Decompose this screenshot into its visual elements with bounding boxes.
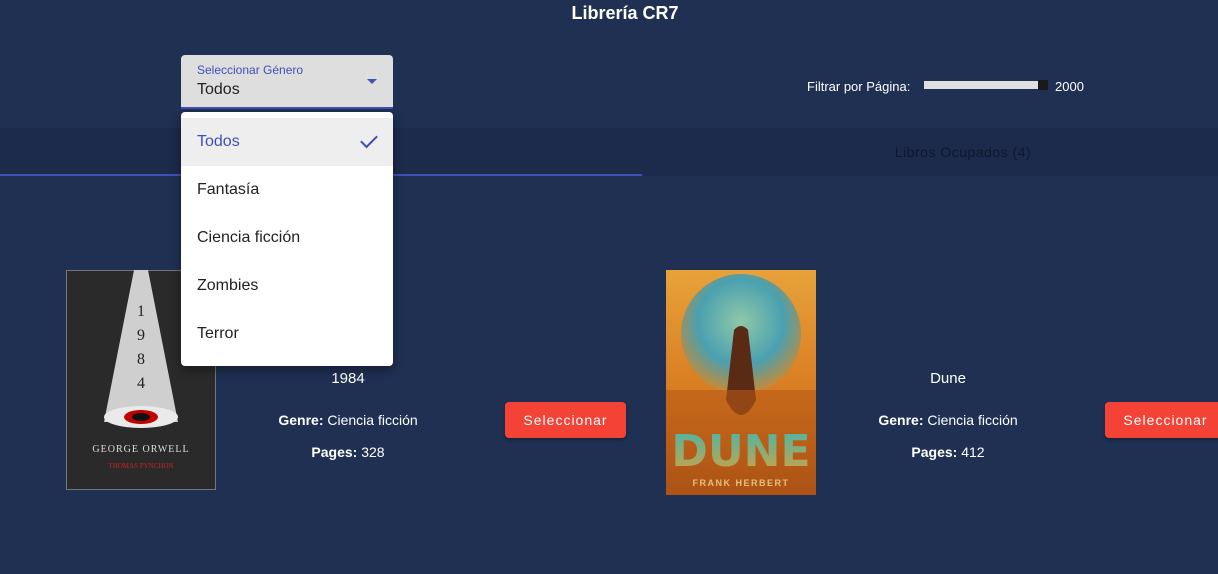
slider-fill: [924, 81, 1042, 89]
cover-digit: 4: [137, 375, 145, 392]
cover-author: FRANK HERBERT: [693, 478, 790, 488]
genre-option-ciencia-ficcion[interactable]: Ciencia ficción: [181, 214, 393, 262]
genre-option-zombies[interactable]: Zombies: [181, 262, 393, 310]
page-filter-slider[interactable]: [924, 80, 1048, 90]
cover-subtitle: THOMAS PYNCHON: [108, 462, 173, 470]
book-genre: Genre: Ciencia ficción: [831, 412, 1065, 428]
option-label: Todos: [197, 133, 240, 150]
genre-value: Ciencia ficción: [927, 412, 1018, 428]
cover-digit: 9: [137, 327, 145, 344]
pages-label: Pages:: [311, 444, 358, 460]
book-cover-dune: DUNE FRANK HERBERT: [666, 270, 816, 495]
select-book-button[interactable]: Seleccionar: [1105, 402, 1218, 438]
tab-borrowed[interactable]: Libros Ocupados (4): [642, 128, 1218, 176]
genre-select-value: Todos: [197, 81, 240, 98]
option-label: Ciencia ficción: [197, 229, 301, 246]
cover-digit: 8: [137, 351, 145, 368]
genre-value: Ciencia ficción: [327, 412, 418, 428]
genre-label: Genre:: [278, 412, 324, 428]
book-pages: Pages: 412: [831, 444, 1065, 460]
caret-down-icon[interactable]: [367, 79, 377, 84]
genre-select[interactable]: Seleccionar Género Todos: [181, 55, 393, 109]
book-pages: Pages: 328: [231, 444, 465, 460]
genre-option-fantasia[interactable]: Fantasía: [181, 166, 393, 214]
page-filter-value: 2000: [1055, 79, 1084, 94]
genre-select-label: Seleccionar Género: [197, 63, 304, 77]
book-title: 1984: [331, 370, 365, 387]
book-genre: Genre: Ciencia ficción: [231, 412, 465, 428]
cover-title: DUNE: [671, 426, 810, 477]
book-title: Dune: [930, 370, 966, 387]
pages-value: 328: [361, 444, 385, 460]
cover-digit: 1: [137, 303, 145, 320]
option-label: Fantasía: [197, 181, 260, 198]
slider-thumb[interactable]: [1038, 80, 1048, 90]
genre-option-todos[interactable]: Todos: [181, 118, 393, 166]
pages-value: 412: [961, 444, 985, 460]
page-filter-label: Filtrar por Página:: [807, 79, 911, 94]
genre-options-panel: Todos Fantasía Ciencia ficción Zombies T…: [181, 112, 393, 366]
select-book-button[interactable]: Seleccionar: [505, 402, 626, 438]
check-icon: [360, 130, 378, 149]
app-title: Librería CR7: [571, 3, 679, 23]
cover-author: GEORGE ORWELL: [92, 444, 189, 455]
option-label: Zombies: [197, 277, 259, 294]
pages-label: Pages:: [911, 444, 958, 460]
genre-option-terror[interactable]: Terror: [181, 310, 393, 358]
option-label: Terror: [197, 325, 239, 342]
genre-label: Genre:: [878, 412, 924, 428]
book-card: DUNE FRANK HERBERT Dune Genre: Ciencia f…: [666, 270, 1218, 500]
